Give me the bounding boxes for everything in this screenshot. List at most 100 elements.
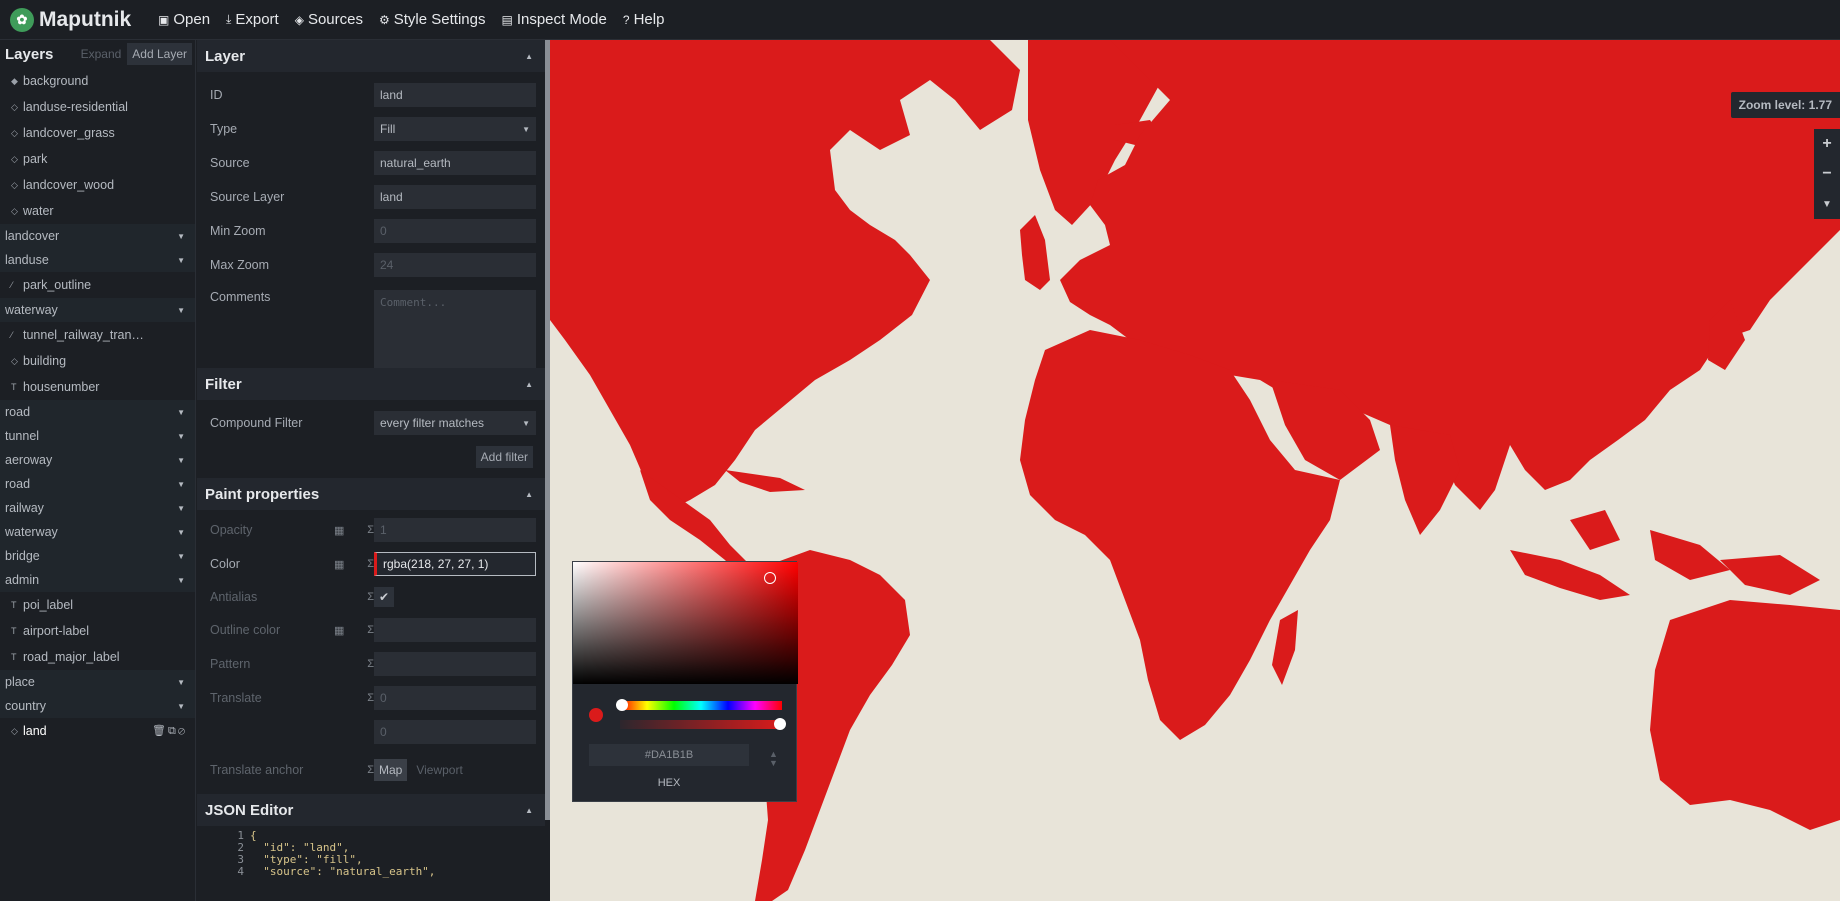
zoom-out-button[interactable]: − [1822, 159, 1831, 189]
source-input[interactable]: natural_earth [374, 151, 536, 175]
expand-button[interactable]: Expand [81, 47, 122, 61]
trash-icon[interactable]: 🗑 [152, 725, 168, 737]
layer-item[interactable]: ◇ park [0, 146, 195, 172]
hex-input[interactable]: #DA1B1B [589, 744, 749, 766]
layer-item[interactable]: ⁄ tunnel_railway_tran… [0, 322, 195, 348]
layer-list: Layers Expand Add Layer ◆ background ◇ land… [0, 40, 196, 901]
saturation-value-area[interactable] [573, 562, 798, 684]
hue-slider-knob[interactable] [616, 699, 628, 711]
chevron-down-icon[interactable]: ▼ [177, 528, 185, 537]
sigma-icon[interactable]: Σ [367, 524, 374, 537]
data-driven-icon[interactable]: ▦ [334, 524, 344, 537]
anchor-map-button[interactable]: Map [374, 759, 408, 781]
data-driven-icon[interactable]: ▦ [334, 558, 344, 571]
layer-item[interactable]: ◇ landcover_wood [0, 172, 195, 198]
compass-icon[interactable]: ▼ [1822, 189, 1832, 219]
saturation-knob[interactable] [764, 572, 776, 584]
help-button[interactable]: ? Help [615, 0, 673, 40]
id-input[interactable]: land [374, 83, 536, 107]
layer-item[interactable]: ◆ background [0, 68, 195, 94]
sigma-icon[interactable]: Σ [367, 591, 374, 603]
pattern-input[interactable] [374, 652, 536, 676]
sources-button[interactable]: ◈ Sources [287, 0, 371, 40]
mode-toggle-icon[interactable]: ▲ ▼ [769, 750, 778, 768]
layer-group[interactable]: bridge ▼ [0, 544, 195, 568]
type-select[interactable]: Fill ▼ [374, 117, 536, 141]
layer-item[interactable]: ◇ water [0, 198, 195, 224]
chevron-down-icon[interactable]: ▼ [177, 256, 185, 265]
chevron-down-icon[interactable]: ▼ [177, 432, 185, 441]
layer-item[interactable]: Troad_major_label [0, 644, 195, 670]
layer-group[interactable]: railway ▼ [0, 496, 195, 520]
comments-label: Comments [210, 290, 271, 304]
zoom-in-button[interactable]: + [1822, 129, 1831, 159]
alpha-slider[interactable] [620, 718, 786, 730]
layer-section-header[interactable]: Layer ▲ [197, 40, 545, 72]
layer-group[interactable]: road ▼ [0, 472, 195, 496]
comments-textarea[interactable]: Comment... [374, 290, 536, 368]
inspect-mode-button[interactable]: ▤ Inspect Mode [493, 0, 614, 40]
anchor-viewport-button[interactable]: Viewport [411, 759, 467, 781]
layer-group[interactable]: tunnel ▼ [0, 424, 195, 448]
antialias-checkbox[interactable]: ✔ [374, 587, 394, 607]
chevron-down-icon[interactable]: ▼ [177, 504, 185, 513]
chevron-down-icon[interactable]: ▼ [177, 678, 185, 687]
export-button[interactable]: ⤓ Export [218, 0, 287, 40]
chevron-down-icon[interactable]: ▼ [177, 480, 185, 489]
layer-group[interactable]: waterway ▼ [0, 520, 195, 544]
layer-item[interactable]: ◇ landcover_grass [0, 120, 195, 146]
color-input[interactable]: rgba(218, 27, 27, 1) [374, 552, 536, 576]
layer-group[interactable]: country ▼ [0, 694, 195, 718]
outline-color-input[interactable] [374, 618, 536, 642]
data-driven-icon[interactable]: ▦ [334, 624, 344, 637]
layer-group[interactable]: aeroway ▼ [0, 448, 195, 472]
add-layer-button[interactable]: Add Layer [127, 43, 192, 65]
min-zoom-input[interactable]: 0 [374, 219, 536, 243]
sigma-icon[interactable]: Σ [367, 624, 374, 637]
source-layer-input[interactable]: land [374, 185, 536, 209]
layer-group[interactable]: admin ▼ [0, 568, 195, 592]
layer-item[interactable]: Tpoi_label [0, 592, 195, 618]
translate-x-input[interactable]: 0 [374, 686, 536, 710]
visibility-icon[interactable]: ⊘ [178, 725, 187, 737]
alpha-slider-knob[interactable] [774, 718, 786, 730]
style-settings-button[interactable]: ⚙ Style Settings [371, 0, 493, 40]
chevron-down-icon[interactable]: ▼ [177, 306, 185, 315]
sigma-icon[interactable]: Σ [367, 658, 374, 670]
layer-item[interactable]: Thousenumber [0, 374, 195, 400]
chevron-down-icon[interactable]: ▼ [177, 702, 185, 711]
translate-y-input[interactable]: 0 [374, 720, 536, 744]
layer-group[interactable]: place ▼ [0, 670, 195, 694]
json-section-header[interactable]: JSON Editor ▲ [197, 794, 545, 826]
chevron-down-icon[interactable]: ▼ [177, 408, 185, 417]
layer-item[interactable]: ◇ building [0, 348, 195, 374]
chevron-down-icon[interactable]: ▼ [177, 232, 185, 241]
sigma-icon[interactable]: Σ [367, 558, 374, 571]
add-filter-button[interactable]: Add filter [475, 446, 533, 468]
open-button[interactable]: ▣ Open [150, 0, 218, 40]
sigma-icon[interactable]: Σ [367, 764, 374, 776]
layer-group[interactable]: road ▼ [0, 400, 195, 424]
opacity-input[interactable]: 1 [374, 518, 536, 542]
layer-group[interactable]: waterway ▼ [0, 298, 195, 322]
sigma-icon[interactable]: Σ [367, 692, 374, 704]
layer-item[interactable]: ◇ landuse-residential [0, 94, 195, 120]
layer-item[interactable]: ◇ land 🗑⧉⊘ [0, 718, 195, 744]
chevron-down-icon[interactable]: ▼ [177, 552, 185, 561]
hue-slider[interactable] [616, 699, 782, 711]
json-editor[interactable]: 1{2 "id": "land", 3 "type": "fill", 4 "sou… [197, 826, 545, 878]
layer-group[interactable]: landcover ▼ [0, 224, 195, 248]
chevron-down-icon[interactable]: ▼ [177, 456, 185, 465]
layer-group-label: admin [5, 573, 40, 587]
filter-section-header[interactable]: Filter ▲ [197, 368, 545, 400]
layer-group[interactable]: landuse ▼ [0, 248, 195, 272]
paint-section-header[interactable]: Paint properties ▲ [197, 478, 545, 510]
layer-item[interactable]: Tairport-label [0, 618, 195, 644]
sources-label: Sources [307, 11, 363, 28]
compound-filter-select[interactable]: every filter matches ▼ [374, 411, 536, 435]
max-zoom-input[interactable]: 24 [374, 253, 536, 277]
chevron-down-icon[interactable]: ▼ [177, 576, 185, 585]
layer-item[interactable]: ⁄ park_outline [0, 272, 195, 298]
brand[interactable]: ✿ Maputnik [0, 7, 150, 32]
copy-icon[interactable]: ⧉ [168, 725, 178, 737]
